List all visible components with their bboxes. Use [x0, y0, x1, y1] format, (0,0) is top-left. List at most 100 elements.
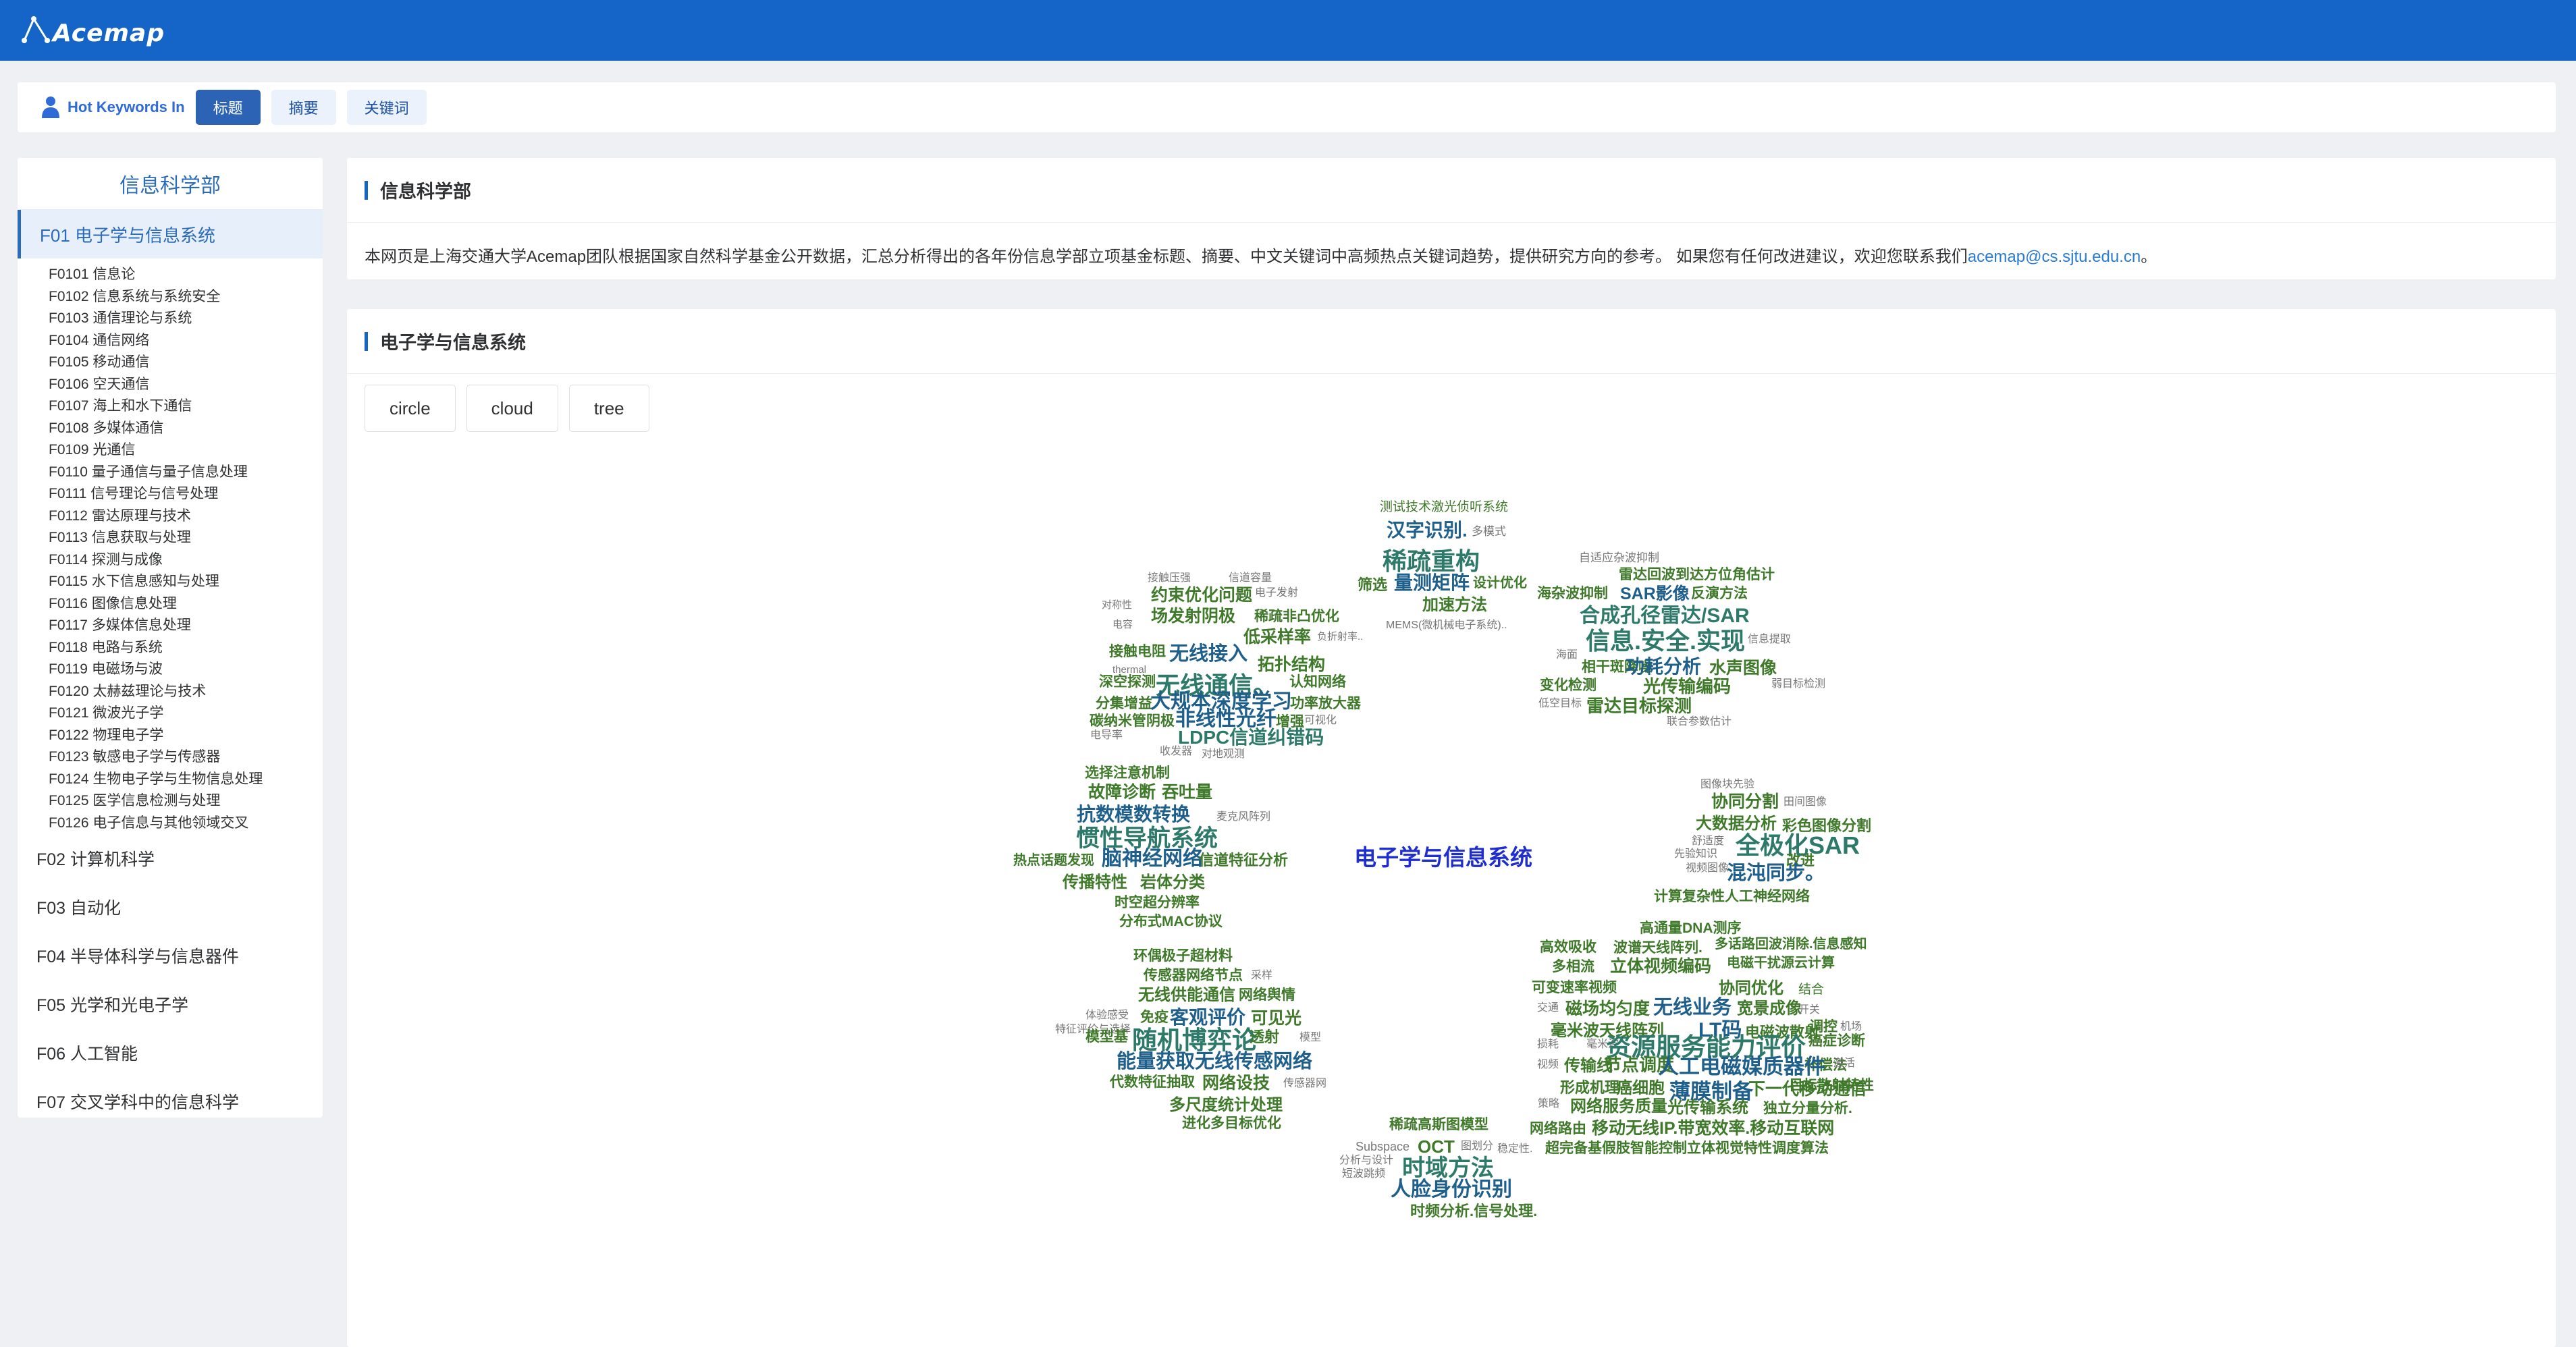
- wordcloud-word[interactable]: 碳纳米管阴极: [1090, 714, 1175, 728]
- wordcloud-word[interactable]: 可变速率视频: [1532, 981, 1617, 995]
- sidebar-subitem[interactable]: F0105 移动通信: [49, 352, 323, 374]
- wordcloud-word[interactable]: 立体视频编码: [1610, 958, 1711, 975]
- wordcloud-word[interactable]: 网络设技: [1202, 1075, 1270, 1092]
- wordcloud-word[interactable]: 稳定性.: [1497, 1144, 1532, 1155]
- wordcloud-word[interactable]: 超完备基假肢智能控制立体视觉特性调度算法: [1545, 1141, 1829, 1155]
- wordcloud-word[interactable]: 光传输编码: [1643, 678, 1731, 695]
- sidebar-subitem[interactable]: F0124 生物电子学与生物信息处理: [49, 769, 323, 791]
- wordcloud-word[interactable]: 癌症诊断: [1808, 1034, 1865, 1048]
- wordcloud-word[interactable]: 岩体分类: [1140, 875, 1205, 891]
- wordcloud-word[interactable]: 加速方法: [1422, 597, 1487, 613]
- wordcloud-word[interactable]: 下一代移动通信: [1748, 1081, 1867, 1098]
- wordcloud-word[interactable]: 能量获取无线传感网络: [1117, 1052, 1312, 1072]
- contact-email-link[interactable]: acemap@cs.sjtu.edu.cn: [1968, 248, 2141, 266]
- wordcloud-word[interactable]: 客观评价: [1170, 1008, 1245, 1027]
- sidebar-subitem[interactable]: F0109 光通信: [49, 439, 323, 462]
- wordcloud-word[interactable]: 变化检测: [1540, 678, 1596, 692]
- wordcloud-word[interactable]: 短波跳频: [1342, 1169, 1385, 1180]
- wordcloud-word[interactable]: 信道特征分析: [1199, 853, 1288, 868]
- wordcloud-word[interactable]: 传播特性: [1063, 875, 1127, 891]
- wordcloud-word[interactable]: 深空探测: [1099, 675, 1156, 689]
- wordcloud-word[interactable]: 无线接入: [1169, 644, 1247, 664]
- wordcloud-word[interactable]: 接触压强: [1148, 573, 1191, 584]
- wordcloud-word[interactable]: 传感器网: [1283, 1078, 1326, 1089]
- sidebar-subitem[interactable]: F0123 敏感电子学与传感器: [49, 746, 323, 769]
- wordcloud-word[interactable]: 反演方法: [1691, 586, 1748, 601]
- wordcloud-word[interactable]: 进化多目标优化: [1182, 1116, 1281, 1130]
- filter-title-button[interactable]: 标题: [195, 90, 261, 125]
- wordcloud-word[interactable]: 图划分: [1461, 1141, 1493, 1152]
- wordcloud-word[interactable]: 合成孔径雷达/SAR: [1580, 606, 1750, 626]
- wordcloud-word[interactable]: 分布式MAC协议: [1119, 914, 1223, 929]
- view-tree-button[interactable]: tree: [568, 385, 649, 432]
- sidebar-subitem[interactable]: F0112 雷达原理与技术: [49, 505, 323, 528]
- wordcloud-word[interactable]: MEMS(微机械电子系统)..: [1386, 620, 1507, 631]
- sidebar-item-f01-active[interactable]: F01 电子学与信息系统: [18, 210, 323, 258]
- sidebar-subitem[interactable]: F0117 多媒体信息处理: [49, 615, 323, 637]
- wordcloud-word[interactable]: 图像块先验: [1700, 779, 1754, 790]
- wordcloud-word[interactable]: 低空目标: [1538, 698, 1582, 709]
- wordcloud-word[interactable]: 舒适度: [1692, 836, 1724, 847]
- sidebar-subitem[interactable]: F0102 信息系统与系统安全: [49, 286, 323, 308]
- wordcloud-word[interactable]: 随机博弈论: [1132, 1028, 1257, 1053]
- wordcloud-word[interactable]: 自适应杂波抑制: [1579, 552, 1659, 563]
- wordcloud-word[interactable]: 机场: [1840, 1022, 1862, 1033]
- sidebar-subitem[interactable]: F0121 微波光子学: [49, 703, 323, 725]
- wordcloud-word[interactable]: 激活: [1833, 1058, 1855, 1069]
- wordcloud-word[interactable]: 模型基: [1085, 1030, 1128, 1044]
- wordcloud-word[interactable]: 脑神经网络: [1102, 849, 1203, 869]
- wordcloud-word[interactable]: 选择注意机制: [1085, 766, 1170, 780]
- sidebar-subitem[interactable]: F0119 电磁场与波: [49, 659, 323, 681]
- wordcloud-center-label[interactable]: 电子学与信息系统: [1354, 846, 1532, 869]
- wordcloud-word[interactable]: 形成机理: [1560, 1080, 1619, 1095]
- sidebar-subitem[interactable]: F0126 电子信息与其他领域交叉: [49, 813, 323, 835]
- wordcloud-word[interactable]: 电导率: [1090, 730, 1123, 741]
- wordcloud-word[interactable]: 雷达回波到达方位角估计: [1619, 568, 1775, 582]
- sidebar-subitem[interactable]: F0125 医学信息检测与处理: [49, 790, 323, 813]
- sidebar-subitem[interactable]: F0120 太赫兹理论与技术: [49, 681, 323, 703]
- wordcloud-word[interactable]: 稀疏重构: [1383, 549, 1480, 574]
- wordcloud-word[interactable]: 时空超分辨率: [1115, 896, 1200, 910]
- sidebar-subitem[interactable]: F0107 海上和水下通信: [49, 395, 323, 418]
- wordcloud-word[interactable]: 水声图像: [1709, 660, 1777, 677]
- wordcloud-word[interactable]: 混沌同步。: [1727, 864, 1825, 883]
- wordcloud-word[interactable]: 策略: [1538, 1099, 1559, 1109]
- wordcloud-word[interactable]: 可视化: [1304, 715, 1337, 726]
- wordcloud-word[interactable]: 时域方法: [1402, 1157, 1494, 1180]
- wordcloud-word[interactable]: 无线供能通信: [1138, 987, 1235, 1004]
- wordcloud-word[interactable]: 多模式: [1472, 526, 1506, 537]
- sidebar-subitem[interactable]: F0108 多媒体通信: [49, 418, 323, 440]
- wordcloud-word[interactable]: 联合参数估计: [1667, 717, 1732, 727]
- wordcloud-word[interactable]: 电子发射: [1255, 588, 1298, 599]
- sidebar-item[interactable]: F06 人工智能: [18, 1028, 323, 1077]
- wordcloud-word[interactable]: 癌细胞: [1616, 1080, 1665, 1097]
- wordcloud-word[interactable]: 交通: [1537, 1003, 1559, 1014]
- sidebar-subitem[interactable]: F0104 通信网络: [49, 330, 323, 352]
- wordcloud-word[interactable]: 协同优化: [1719, 981, 1783, 997]
- sidebar-item[interactable]: F03 自动化: [18, 883, 323, 931]
- sidebar-subitem[interactable]: F0116 图像信息处理: [49, 593, 323, 615]
- sidebar-item[interactable]: F05 光学和光电子学: [18, 980, 323, 1028]
- wordcloud-word[interactable]: 协同分割: [1711, 794, 1779, 810]
- sidebar-subitem[interactable]: F0103 通信理论与系统: [49, 308, 323, 330]
- filter-keywords-button[interactable]: 关键词: [346, 90, 427, 125]
- wordcloud-word[interactable]: 移动无线IP.带宽效率.移动互联网: [1592, 1120, 1834, 1137]
- sidebar-subitem[interactable]: F0118 电路与系统: [49, 637, 323, 659]
- wordcloud-word[interactable]: 对称性: [1102, 600, 1132, 610]
- sidebar-subitem[interactable]: F0110 量子通信与量子信息处理: [49, 462, 323, 484]
- wordcloud-word[interactable]: 无线业务: [1653, 998, 1732, 1018]
- wordcloud-word[interactable]: 汉字识别.: [1387, 521, 1468, 540]
- acemap-logo[interactable]: Acemap: [18, 12, 165, 49]
- wordcloud-word[interactable]: 人脸身份识别: [1391, 1180, 1512, 1200]
- wordcloud-word[interactable]: 接触电阻: [1109, 644, 1166, 659]
- wordcloud-word[interactable]: thermal: [1112, 665, 1146, 675]
- filter-abstract-button[interactable]: 摘要: [271, 90, 336, 125]
- wordcloud-word[interactable]: 筛选: [1358, 578, 1387, 593]
- wordcloud-word[interactable]: 海杂波抑制: [1537, 586, 1608, 601]
- wordcloud-word[interactable]: 损耗: [1537, 1039, 1559, 1050]
- wordcloud-word[interactable]: 田间图像: [1783, 797, 1827, 808]
- wordcloud-word[interactable]: 设计优化: [1473, 576, 1527, 590]
- wordcloud-word[interactable]: 功耗分析: [1626, 657, 1701, 676]
- wordcloud-word[interactable]: 代数特征抽取: [1110, 1075, 1195, 1089]
- wordcloud-word[interactable]: 开关: [1798, 1005, 1820, 1016]
